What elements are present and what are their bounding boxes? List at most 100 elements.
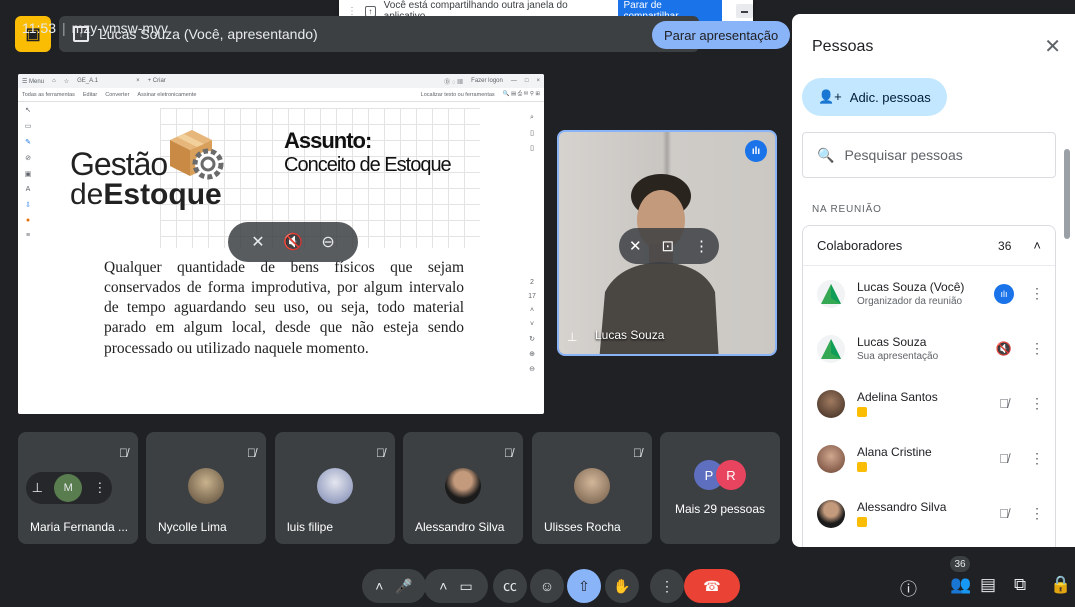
window-maximize-icon: □	[524, 78, 529, 84]
activities-icon[interactable]: ⧉	[1014, 575, 1026, 595]
chevron-up-icon[interactable]: ˄	[1033, 238, 1041, 253]
more-options-icon[interactable]: ⋮	[1029, 395, 1045, 412]
avatar	[817, 389, 845, 418]
raise-hand-button[interactable]: ✋	[605, 569, 639, 603]
avatar	[817, 279, 845, 308]
avatar	[317, 468, 353, 504]
more-options-icon[interactable]: ⋮	[1029, 340, 1045, 357]
chat-icon[interactable]: ▤	[980, 575, 996, 595]
participant-tile[interactable]: 🎙̸ Ulisses Rocha	[532, 432, 652, 544]
present-screen-icon: ⇧	[578, 577, 590, 594]
avatar: R	[716, 460, 746, 490]
pin-icon: ⊥	[567, 330, 578, 344]
meet-logo-icon	[821, 283, 841, 304]
mic-off-icon: 🎙̸	[247, 446, 256, 460]
host-controls-icon[interactable]: 🔒	[1050, 575, 1071, 595]
more-options-icon[interactable]: ⋮	[1029, 285, 1045, 302]
login-link: Fazer logon	[471, 78, 503, 84]
avatar	[817, 499, 845, 528]
add-person-icon: 👤+	[818, 89, 842, 104]
participant-tile-controls: ⊥ M ⋮	[26, 472, 112, 504]
list-item[interactable]: Lucas Souza (Você) Organizador da reuniã…	[803, 266, 1055, 321]
captions-icon: ㏄	[503, 578, 517, 594]
mic-off-icon: 🎙̸	[119, 446, 128, 460]
more-options-icon: ⋮	[660, 577, 674, 594]
meet-window: ⋮ ↑ Você está compartilhando outra janel…	[0, 0, 1075, 607]
toolbar-all-tools: Todas as ferramentas	[22, 91, 75, 98]
person-name: Lucas Souza	[857, 335, 927, 349]
avatar: M	[54, 474, 83, 502]
unpin-icon[interactable]: ✕	[629, 237, 642, 255]
participant-tile[interactable]: 🎙̸ luis filipe	[275, 432, 395, 544]
home-icon: ⌂	[52, 78, 56, 84]
stop-presenting-button[interactable]: Parar apresentação	[652, 21, 791, 49]
mute-presentation-audio-icon[interactable]: 🔇	[283, 232, 303, 252]
list-item[interactable]: Adelina Santos 🎙̸ ⋮	[803, 376, 1055, 431]
participant-tile[interactable]: 🎙̸ Alessandro Silva	[403, 432, 523, 544]
list-item[interactable]: Alessandro Silva 🎙̸ ⋮	[803, 486, 1055, 541]
list-item[interactable]: Lucas Souza Sua apresentação 🔇 ⋮	[803, 321, 1055, 376]
mic-off-icon: 🎙̸	[999, 396, 1009, 411]
more-options-icon[interactable]: ⋮	[93, 480, 106, 496]
meeting-code[interactable]: mzy-ymsw-myv	[72, 20, 168, 36]
toolbar-search-text: Localizar texto ou ferramentas	[420, 91, 495, 98]
more-options-icon[interactable]: ⋮	[1029, 450, 1045, 467]
toolbar-sign: Assinar eletronicamente	[137, 91, 197, 98]
self-video-tile[interactable]: ılı ✕ ⊡ ⋮ ⊥ Lucas Souza	[557, 130, 777, 356]
logo-line-2a: de	[70, 178, 104, 211]
slide-logo-text: Gestão deEstoque	[70, 148, 222, 210]
panel-scrollbar[interactable]	[1064, 149, 1070, 239]
present-button[interactable]: ⇧	[567, 569, 601, 603]
pin-icon[interactable]: ⊥	[32, 480, 43, 496]
window-minimize-icon: —	[510, 78, 517, 84]
shared-right-toolbar: ⌕ ▯ ▯ 2 17 ˄ ˅ ↻ ⊕ ⊖	[528, 114, 536, 373]
shared-window-tabbar: ☰ Menu ⌂ ☆ GE_A.1 × + Criar ⓪ ◌ ▦ Fazer …	[18, 74, 544, 88]
person-name: Adelina Santos	[857, 390, 938, 404]
toolbar-icons: 🔍 ▤ ⎙ ✉ ⚲ ⊞	[502, 91, 540, 97]
new-tab: + Criar	[147, 78, 166, 84]
person-name: Alana Cristine	[857, 445, 932, 459]
avatar	[574, 468, 610, 504]
participant-tile[interactable]: 🎙̸ Nycolle Lima	[146, 432, 266, 544]
more-people-tile[interactable]: P R Mais 29 pessoas	[660, 432, 780, 544]
group-header[interactable]: Colaboradores 36 ˄	[803, 226, 1055, 266]
captions-button[interactable]: ㏄	[493, 569, 527, 603]
close-icon[interactable]: ✕	[1044, 34, 1061, 59]
participant-tile[interactable]: 🎙̸ ⊥ M ⋮ Maria Fernanda ...	[18, 432, 138, 544]
unpin-icon[interactable]: ✕	[251, 232, 264, 252]
shared-left-toolbar: ↖ ▭ ✎ ⊘ ▣ A ⇩ ● ≡	[24, 107, 32, 239]
camera-icon[interactable]: ▭	[459, 578, 472, 595]
picture-in-picture-icon[interactable]: ⊡	[661, 237, 674, 255]
more-options-button[interactable]: ⋮	[650, 569, 684, 603]
add-people-button[interactable]: 👤+ Adic. pessoas	[802, 78, 947, 116]
mic-off-icon: 🎙̸	[999, 451, 1009, 466]
chevron-up-icon[interactable]: ˄	[375, 578, 383, 594]
more-options-icon[interactable]: ⋮	[1029, 505, 1045, 522]
microphone-icon[interactable]: 🎤	[395, 578, 412, 595]
slide-subject: Assunto: Conceito de Estoque	[284, 128, 452, 177]
page-current: 2	[530, 279, 534, 286]
info-icon[interactable]: ⓘ	[900, 575, 917, 600]
leave-call-button[interactable]: ☎	[684, 569, 740, 603]
participant-name: Maria Fernanda ...	[30, 520, 129, 534]
reactions-button[interactable]: ☺	[530, 569, 564, 603]
panel-title: Pessoas	[812, 38, 874, 55]
camera-control[interactable]: ˄ ▭	[424, 569, 488, 603]
remove-icon[interactable]: ⊖	[321, 232, 334, 252]
self-tile-name: Lucas Souza	[595, 328, 665, 342]
search-people-input[interactable]: 🔍 Pesquisar pessoas	[802, 132, 1056, 178]
microphone-control[interactable]: ˄ 🎤	[362, 569, 426, 603]
list-item[interactable]: Alana Cristine 🎙̸ ⋮	[803, 431, 1055, 486]
badge-icon	[857, 517, 867, 527]
participant-name: Alessandro Silva	[415, 520, 505, 534]
mic-off-icon: 🎙̸	[633, 446, 642, 460]
add-people-label: Adic. pessoas	[849, 89, 931, 105]
people-count-badge: 36	[950, 556, 970, 572]
avatar	[817, 444, 845, 473]
people-icon[interactable]: 👥	[950, 575, 971, 595]
more-options-icon[interactable]: ⋮	[694, 237, 709, 255]
chevron-up-icon[interactable]: ˄	[439, 578, 447, 594]
section-label: NA REUNIÃO	[812, 204, 882, 215]
avatar	[188, 468, 224, 504]
slide-body-text: Qualquer quantidade de bens físicos que …	[104, 259, 464, 357]
